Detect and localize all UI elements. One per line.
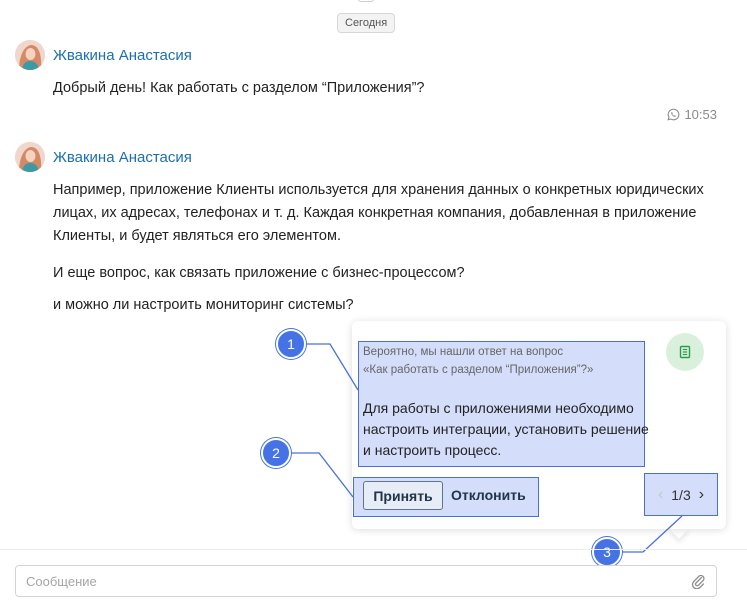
avatar[interactable] <box>15 142 45 172</box>
composer-divider <box>0 549 747 550</box>
chevron-right-icon[interactable]: › <box>699 486 704 503</box>
suggestion-answer: Для работы с приложениями необходимо нас… <box>363 398 649 461</box>
message-time: 10:53 <box>667 107 717 122</box>
message-composer <box>15 565 717 597</box>
suggestion-question: Вероятно, мы нашли ответ на вопрос «Как … <box>363 343 593 379</box>
callout-badge-2: 2 <box>261 438 291 468</box>
answer-line: настроить интеграции, установить решение <box>363 421 649 437</box>
message-text-line: лицах, их адресах, телефонах и т. д. Каж… <box>53 205 697 221</box>
question-line: Вероятно, мы нашли ответ на вопрос <box>363 346 564 358</box>
answer-line: Для работы с приложениями необходимо <box>363 400 634 416</box>
message-text-line: и можно ли настроить мониторинг системы? <box>53 297 354 313</box>
suggestion-pager: ‹ 1/3 › <box>644 473 718 516</box>
chevron-left-icon[interactable]: ‹ <box>658 486 663 503</box>
author-name[interactable]: Жвакина Анастасия <box>53 149 192 166</box>
book-icon <box>679 345 691 359</box>
whatsapp-icon <box>667 108 680 121</box>
message: Жвакина Анастасия Например, приложение К… <box>15 142 717 322</box>
decline-button[interactable]: Отклонить <box>451 481 526 510</box>
message: Жвакина Анастасия Добрый день! Как работ… <box>15 40 717 125</box>
scroll-handle[interactable] <box>358 0 374 2</box>
message-input[interactable] <box>16 566 676 596</box>
author-name[interactable]: Жвакина Анастасия <box>53 47 192 64</box>
date-separator: Сегодня <box>337 13 396 33</box>
time-label: 10:53 <box>684 107 717 122</box>
message-text-line: И еще вопрос, как связать приложение с б… <box>53 265 465 281</box>
callout-badge-1: 1 <box>276 329 306 359</box>
paperclip-icon[interactable] <box>690 573 706 589</box>
message-text-line: Клиенты, и будет являться его элементом. <box>53 228 341 244</box>
avatar[interactable] <box>15 40 45 70</box>
message-text-line: Например, приложение Клиенты используетс… <box>53 182 704 198</box>
callout-badge-3: 3 <box>592 537 622 567</box>
pager-counter: 1/3 <box>671 486 691 503</box>
accept-button[interactable]: Принять <box>363 481 443 510</box>
answer-line: и настроить процесс. <box>363 442 502 458</box>
knowledge-base-button[interactable] <box>666 333 704 371</box>
question-line: «Как работать с разделом “Приложения”?» <box>363 364 594 376</box>
message-text: Добрый день! Как работать с разделом “Пр… <box>53 80 425 96</box>
